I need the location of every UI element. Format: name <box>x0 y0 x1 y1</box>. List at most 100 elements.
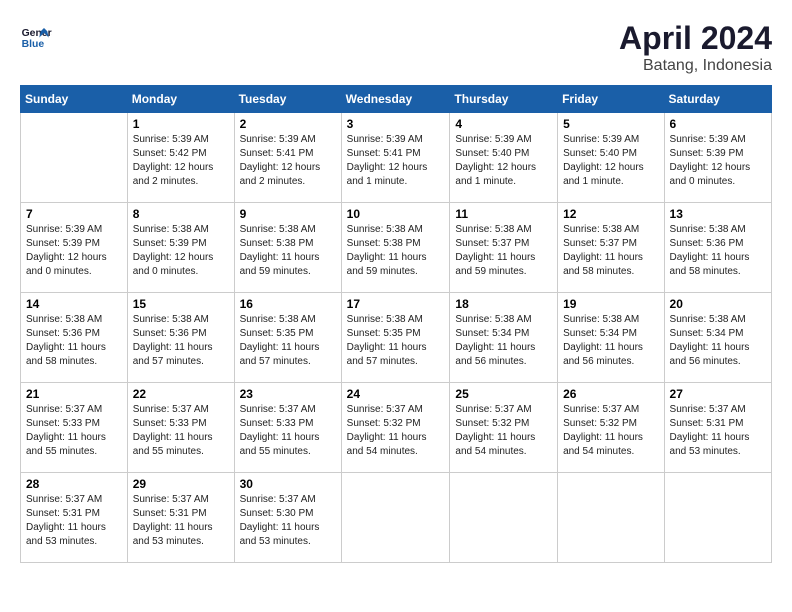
week-row-3: 14Sunrise: 5:38 AMSunset: 5:36 PMDayligh… <box>21 293 772 383</box>
calendar-cell: 11 Sunrise: 5:38 AMSunset: 5:37 PMDayligh… <box>450 203 558 293</box>
calendar-cell: 21Sunrise: 5:37 AMSunset: 5:33 PMDayligh… <box>21 383 128 473</box>
day-number: 10 <box>347 207 445 221</box>
day-info: Sunrise: 5:38 AMSunset: 5:34 PMDaylight:… <box>563 313 658 369</box>
svg-text:Blue: Blue <box>22 39 45 50</box>
calendar-cell: 28 Sunrise: 5:37 AMSunset: 5:31 PMDayligh… <box>21 473 128 563</box>
day-info: Sunrise: 5:37 AMSunset: 5:32 PMDaylight:… <box>563 403 658 459</box>
day-info: Sunrise: 5:37 AMSunset: 5:33 PMDaylight:… <box>240 403 336 459</box>
week-row-2: 7 Sunrise: 5:39 AMSunset: 5:39 PMDaylight… <box>21 203 772 293</box>
day-number: 30 <box>240 477 336 491</box>
calendar-cell: 7 Sunrise: 5:39 AMSunset: 5:39 PMDaylight… <box>21 203 128 293</box>
day-info: Sunrise: 5:39 AMSunset: 5:41 PMDaylight:… <box>347 133 445 189</box>
calendar-cell: 27Sunrise: 5:37 AMSunset: 5:31 PMDayligh… <box>664 383 771 473</box>
day-info: Sunrise: 5:38 AMSunset: 5:37 PMDaylight:… <box>455 223 552 279</box>
day-number: 14 <box>26 297 122 311</box>
logo: General Blue <box>20 20 52 52</box>
day-info: Sunrise: 5:39 AMSunset: 5:40 PMDaylight:… <box>455 133 552 189</box>
day-number: 25 <box>455 387 552 401</box>
day-number: 5 <box>563 117 658 131</box>
day-info: Sunrise: 5:39 AMSunset: 5:39 PMDaylight:… <box>26 223 122 279</box>
calendar-cell: 15Sunrise: 5:38 AMSunset: 5:36 PMDayligh… <box>127 293 234 383</box>
calendar-cell: 22Sunrise: 5:37 AMSunset: 5:33 PMDayligh… <box>127 383 234 473</box>
week-row-4: 21Sunrise: 5:37 AMSunset: 5:33 PMDayligh… <box>21 383 772 473</box>
day-info: Sunrise: 5:38 AMSunset: 5:38 PMDaylight:… <box>240 223 336 279</box>
day-info: Sunrise: 5:37 AMSunset: 5:31 PMDaylight:… <box>670 403 766 459</box>
calendar-cell: 23 Sunrise: 5:37 AMSunset: 5:33 PMDayligh… <box>234 383 341 473</box>
calendar-cell: 9 Sunrise: 5:38 AMSunset: 5:38 PMDaylight… <box>234 203 341 293</box>
calendar-cell <box>558 473 664 563</box>
day-number: 11 <box>455 207 552 221</box>
day-number: 8 <box>133 207 229 221</box>
calendar-cell: 25 Sunrise: 5:37 AMSunset: 5:32 PMDayligh… <box>450 383 558 473</box>
day-number: 16 <box>240 297 336 311</box>
day-info: Sunrise: 5:38 AMSunset: 5:35 PMDaylight:… <box>347 313 445 369</box>
calendar-cell: 19 Sunrise: 5:38 AMSunset: 5:34 PMDayligh… <box>558 293 664 383</box>
calendar-cell: 8 Sunrise: 5:38 AMSunset: 5:39 PMDaylight… <box>127 203 234 293</box>
calendar-cell: 2Sunrise: 5:39 AMSunset: 5:41 PMDaylight… <box>234 113 341 203</box>
day-number: 28 <box>26 477 122 491</box>
col-header-wednesday: Wednesday <box>341 86 450 113</box>
day-info: Sunrise: 5:39 AMSunset: 5:40 PMDaylight:… <box>563 133 658 189</box>
calendar-cell: 20 Sunrise: 5:38 AMSunset: 5:34 PMDayligh… <box>664 293 771 383</box>
day-info: Sunrise: 5:37 AMSunset: 5:32 PMDaylight:… <box>455 403 552 459</box>
day-info: Sunrise: 5:38 AMSunset: 5:34 PMDaylight:… <box>670 313 766 369</box>
day-number: 4 <box>455 117 552 131</box>
day-number: 13 <box>670 207 766 221</box>
day-info: Sunrise: 5:39 AMSunset: 5:39 PMDaylight:… <box>670 133 766 189</box>
day-info: Sunrise: 5:38 AMSunset: 5:35 PMDaylight:… <box>240 313 336 369</box>
day-number: 6 <box>670 117 766 131</box>
calendar-cell: 16 Sunrise: 5:38 AMSunset: 5:35 PMDayligh… <box>234 293 341 383</box>
calendar-cell: 13 Sunrise: 5:38 AMSunset: 5:36 PMDayligh… <box>664 203 771 293</box>
calendar-cell: 24Sunrise: 5:37 AMSunset: 5:32 PMDayligh… <box>341 383 450 473</box>
day-info: Sunrise: 5:39 AMSunset: 5:42 PMDaylight:… <box>133 133 229 189</box>
day-number: 9 <box>240 207 336 221</box>
day-number: 23 <box>240 387 336 401</box>
day-number: 3 <box>347 117 445 131</box>
day-info: Sunrise: 5:37 AMSunset: 5:31 PMDaylight:… <box>26 493 122 549</box>
calendar-cell: 29 Sunrise: 5:37 AMSunset: 5:31 PMDayligh… <box>127 473 234 563</box>
col-header-saturday: Saturday <box>664 86 771 113</box>
day-number: 12 <box>563 207 658 221</box>
day-info: Sunrise: 5:38 AMSunset: 5:36 PMDaylight:… <box>670 223 766 279</box>
calendar-cell: 5 Sunrise: 5:39 AMSunset: 5:40 PMDaylight… <box>558 113 664 203</box>
calendar-cell: 10Sunrise: 5:38 AMSunset: 5:38 PMDayligh… <box>341 203 450 293</box>
month-title: April 2024 <box>619 20 772 57</box>
calendar-cell: 18Sunrise: 5:38 AMSunset: 5:34 PMDayligh… <box>450 293 558 383</box>
day-info: Sunrise: 5:37 AMSunset: 5:33 PMDaylight:… <box>26 403 122 459</box>
calendar-cell: 30 Sunrise: 5:37 AMSunset: 5:30 PMDayligh… <box>234 473 341 563</box>
col-header-tuesday: Tuesday <box>234 86 341 113</box>
day-info: Sunrise: 5:38 AMSunset: 5:37 PMDaylight:… <box>563 223 658 279</box>
day-number: 15 <box>133 297 229 311</box>
calendar-cell: 14Sunrise: 5:38 AMSunset: 5:36 PMDayligh… <box>21 293 128 383</box>
calendar-cell: 17Sunrise: 5:38 AMSunset: 5:35 PMDayligh… <box>341 293 450 383</box>
calendar-cell <box>664 473 771 563</box>
calendar-cell: 12 Sunrise: 5:38 AMSunset: 5:37 PMDayligh… <box>558 203 664 293</box>
calendar-cell: 26 Sunrise: 5:37 AMSunset: 5:32 PMDayligh… <box>558 383 664 473</box>
day-number: 24 <box>347 387 445 401</box>
calendar-cell: 4 Sunrise: 5:39 AMSunset: 5:40 PMDaylight… <box>450 113 558 203</box>
day-number: 29 <box>133 477 229 491</box>
week-row-1: 1 Sunrise: 5:39 AMSunset: 5:42 PMDaylight… <box>21 113 772 203</box>
title-block: April 2024 Batang, Indonesia <box>619 20 772 75</box>
day-number: 2 <box>240 117 336 131</box>
calendar-cell <box>450 473 558 563</box>
col-header-monday: Monday <box>127 86 234 113</box>
day-number: 26 <box>563 387 658 401</box>
day-number: 1 <box>133 117 229 131</box>
day-number: 18 <box>455 297 552 311</box>
col-header-thursday: Thursday <box>450 86 558 113</box>
day-info: Sunrise: 5:37 AMSunset: 5:33 PMDaylight:… <box>133 403 229 459</box>
day-info: Sunrise: 5:38 AMSunset: 5:39 PMDaylight:… <box>133 223 229 279</box>
day-info: Sunrise: 5:37 AMSunset: 5:30 PMDaylight:… <box>240 493 336 549</box>
day-number: 19 <box>563 297 658 311</box>
day-number: 20 <box>670 297 766 311</box>
day-info: Sunrise: 5:37 AMSunset: 5:31 PMDaylight:… <box>133 493 229 549</box>
col-header-friday: Friday <box>558 86 664 113</box>
day-number: 7 <box>26 207 122 221</box>
week-row-5: 28 Sunrise: 5:37 AMSunset: 5:31 PMDayligh… <box>21 473 772 563</box>
col-header-sunday: Sunday <box>21 86 128 113</box>
page-header: General Blue April 2024 Batang, Indonesi… <box>20 20 772 75</box>
location: Batang, Indonesia <box>619 57 772 75</box>
calendar-header-row: SundayMondayTuesdayWednesdayThursdayFrid… <box>21 86 772 113</box>
calendar-cell: 6 Sunrise: 5:39 AMSunset: 5:39 PMDaylight… <box>664 113 771 203</box>
